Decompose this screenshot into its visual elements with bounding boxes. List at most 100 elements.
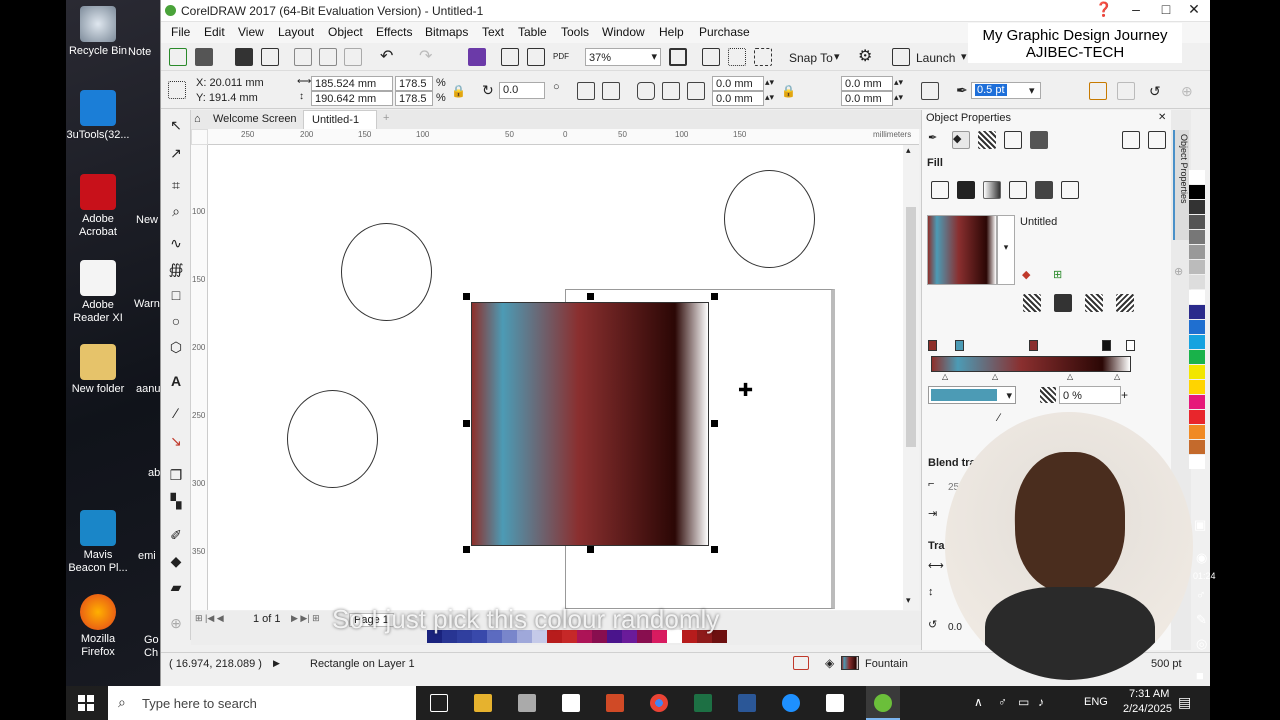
frames-tab-icon[interactable] (1148, 131, 1166, 149)
lock-corners-icon[interactable]: 🔒 (781, 82, 799, 100)
drawing-canvas[interactable]: ✚ (208, 145, 903, 610)
zoom-tool-icon[interactable]: ⌕ (167, 202, 185, 220)
palette-swatch[interactable] (1189, 395, 1205, 409)
node-color-picker[interactable]: ▾ (928, 386, 1016, 404)
outline-tab-icon[interactable]: ✒ (928, 131, 946, 149)
smart-fill-icon[interactable]: ▰ (167, 578, 185, 596)
capture-app-icon[interactable] (826, 694, 844, 712)
uniform-fill-icon[interactable] (957, 181, 975, 199)
palette-swatch[interactable] (1189, 440, 1205, 454)
node-transparency-field[interactable]: 0 % (1059, 386, 1121, 404)
ellipse-tool-icon[interactable]: ○ (167, 312, 185, 330)
round-corner-icon[interactable] (637, 82, 655, 100)
menu-edit[interactable]: Edit (204, 25, 225, 39)
spinner-icon[interactable]: ▴▾ (894, 92, 903, 103)
powerpoint-icon[interactable] (606, 694, 624, 712)
color-node-marker[interactable] (1102, 340, 1111, 351)
spinner-icon[interactable]: ▴▾ (894, 77, 903, 88)
mail-icon[interactable] (562, 694, 580, 712)
vector-pattern-icon[interactable] (1009, 181, 1027, 199)
corner-radius-top-right[interactable]: 0.0 mm (841, 76, 893, 91)
print-icon[interactable] (261, 48, 279, 66)
add-tab-icon[interactable]: + (383, 112, 389, 124)
network-icon[interactable]: ▭ (1018, 695, 1029, 709)
show-guidelines-icon[interactable] (754, 48, 772, 66)
taskbar-coreldraw-button[interactable] (866, 686, 900, 720)
ellipse-shape[interactable] (724, 170, 815, 268)
spinner-icon[interactable]: ▴▾ (765, 92, 774, 103)
drop-shadow-icon[interactable]: ❐ (167, 466, 185, 484)
desktop-icon-3utools[interactable]: 3uTools(32... (66, 90, 130, 142)
menu-purchase[interactable]: Purchase (699, 25, 750, 39)
store-icon[interactable] (518, 694, 536, 712)
x-position-field[interactable]: X: 20.011 mm (193, 76, 285, 91)
desktop-icon-adobe-reader[interactable]: Adobe Reader XI (66, 260, 130, 325)
scrollbar-thumb[interactable] (906, 207, 916, 447)
bitmap-pattern-icon[interactable] (1035, 181, 1053, 199)
acceleration-icon[interactable]: ⇥ (928, 507, 946, 525)
height-field[interactable]: 190.642 mm (311, 91, 393, 106)
desktop-icon-firefox[interactable]: Mozilla Firefox (66, 594, 130, 659)
file-explorer-icon[interactable] (474, 694, 492, 712)
close-button[interactable]: ✕ (1181, 1, 1207, 18)
corner-radius-bottom-right[interactable]: 0.0 mm (841, 91, 893, 106)
eyedropper-icon[interactable]: ✐ (167, 526, 185, 544)
chevron-down-icon[interactable]: ▾ (997, 215, 1015, 285)
two-color-pattern-icon[interactable] (1061, 181, 1079, 199)
scale-x-field[interactable]: 178.5 (395, 76, 433, 91)
menu-table[interactable]: Table (518, 25, 547, 39)
polygon-tool-icon[interactable]: ⬡ (167, 338, 185, 356)
summary-tab-icon[interactable] (1122, 131, 1140, 149)
resize-handle[interactable] (711, 420, 718, 427)
volume-icon[interactable]: ♪ (1038, 695, 1044, 709)
rotate-icon[interactable]: ↺ (928, 618, 946, 636)
palette-swatch[interactable] (1189, 230, 1205, 244)
pick-tool-icon[interactable]: ↖ (167, 116, 185, 134)
microphone-icon[interactable]: ♂ (1196, 587, 1206, 602)
rotation-angle-field[interactable]: 0.0 (499, 82, 545, 99)
gradient-editor-bar[interactable] (931, 356, 1131, 372)
midpoint-marker[interactable]: △ (992, 372, 998, 381)
desktop-icon-acrobat[interactable]: Adobe Acrobat (66, 174, 130, 239)
menu-text[interactable]: Text (482, 25, 504, 39)
connector-tool-icon[interactable]: ↘ (167, 432, 185, 450)
corner-radius-top-left[interactable]: 0.0 mm (712, 76, 764, 91)
ellipse-shape[interactable] (341, 223, 432, 321)
search-content-icon[interactable] (468, 48, 486, 66)
fill-tab-icon[interactable]: ◆ (952, 131, 970, 149)
mirror-horizontal-icon[interactable] (577, 82, 595, 100)
paste-icon[interactable] (344, 48, 362, 66)
fill-bucket-icon[interactable]: ◆ (1022, 268, 1040, 286)
next-page-icon[interactable]: ▶ ▶| ⊞ (291, 613, 320, 624)
microphone-icon[interactable]: ♂ (998, 695, 1007, 709)
undo-icon[interactable]: ↶ (380, 48, 398, 66)
palette-swatch[interactable] (1189, 185, 1205, 199)
resize-handle[interactable] (711, 293, 718, 300)
resize-handle[interactable] (463, 546, 470, 553)
webcam-icon[interactable]: ◎ (1196, 636, 1207, 652)
minimize-button[interactable]: – (1123, 1, 1149, 17)
palette-swatch[interactable] (1189, 215, 1205, 229)
help-icon[interactable]: ❓ (1091, 1, 1117, 18)
menu-help[interactable]: Help (659, 25, 684, 39)
edge-icon[interactable] (782, 694, 800, 712)
excel-icon[interactable] (694, 694, 712, 712)
fountain-fill-icon[interactable] (983, 181, 1001, 199)
palette-swatch[interactable] (1189, 425, 1205, 439)
menu-file[interactable]: File (171, 25, 190, 39)
show-rulers-icon[interactable] (702, 48, 720, 66)
launch-dropdown[interactable]: Launch (916, 51, 955, 65)
snap-to-dropdown[interactable]: Snap To (789, 51, 833, 65)
palette-swatch[interactable] (1189, 380, 1205, 394)
palette-swatch[interactable] (1189, 290, 1205, 304)
maximize-button[interactable]: □ (1153, 1, 1179, 17)
blend-step-icon[interactable]: ⌐ (928, 478, 946, 496)
palette-swatch[interactable] (1189, 335, 1205, 349)
add-tool-icon[interactable]: ⊕ (167, 614, 185, 632)
color-node-marker[interactable] (1126, 340, 1135, 351)
palette-swatch[interactable] (1189, 350, 1205, 364)
midpoint-marker[interactable]: △ (1114, 372, 1120, 381)
palette-swatch[interactable] (1189, 455, 1205, 469)
menu-effects[interactable]: Effects (376, 25, 412, 39)
resize-handle[interactable] (711, 546, 718, 553)
